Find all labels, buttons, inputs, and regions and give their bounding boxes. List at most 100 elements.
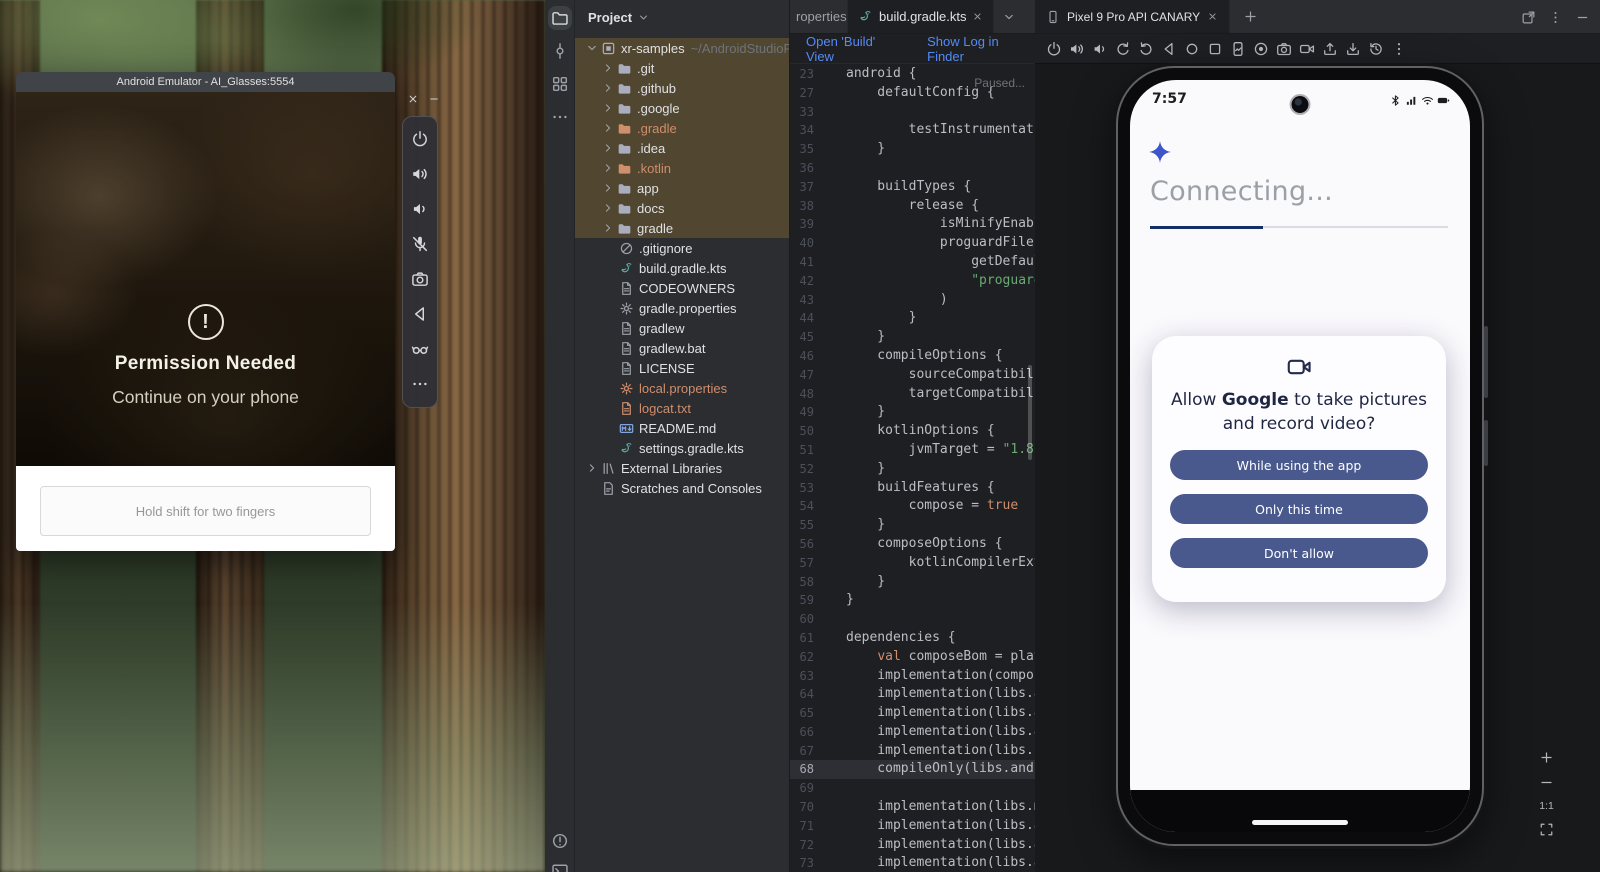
line-number[interactable]: 50	[790, 422, 814, 441]
code-line[interactable]: 41 getDefaultPr	[790, 253, 1035, 272]
tree-item-gradlew[interactable]: gradlew	[575, 318, 789, 338]
project-icon[interactable]	[551, 9, 569, 27]
line-number[interactable]: 36	[790, 159, 814, 178]
tree-item--google[interactable]: .google	[575, 98, 789, 118]
chevron-right-icon[interactable]	[601, 221, 615, 235]
tree-item--gradle[interactable]: .gradle	[575, 118, 789, 138]
code-line[interactable]: 60	[790, 610, 1035, 629]
line-number[interactable]: 73	[790, 854, 814, 872]
chevron-right-icon[interactable]	[585, 461, 599, 475]
tree-item-gradle-properties[interactable]: gradle.properties	[575, 298, 789, 318]
volume-down-icon[interactable]	[1092, 41, 1108, 57]
close-tab-icon[interactable]	[1207, 11, 1218, 22]
tree-item-local-properties[interactable]: local.properties	[575, 378, 789, 398]
tree-item-app[interactable]: app	[575, 178, 789, 198]
line-number[interactable]: 53	[790, 479, 814, 498]
tree-item-xr-samples[interactable]: xr-samples~/AndroidStudioProje	[575, 38, 789, 58]
code-line[interactable]: 69	[790, 779, 1035, 798]
line-number[interactable]: 64	[790, 685, 814, 704]
tree-item-scratches-and-consoles[interactable]: Scratches and Consoles	[575, 478, 789, 498]
code-line[interactable]: 58 }	[790, 573, 1035, 592]
code-line[interactable]: 52 }	[790, 460, 1035, 479]
line-number[interactable]: 37	[790, 178, 814, 197]
code-line[interactable]: 70 implementation(libs.mate	[790, 798, 1035, 817]
tree-item-docs[interactable]: docs	[575, 198, 789, 218]
phone-screen[interactable]: 7:57 Connecting... Allow Google to take …	[1130, 80, 1470, 832]
code-line[interactable]: 36	[790, 159, 1035, 178]
line-number[interactable]: 54	[790, 497, 814, 516]
line-number[interactable]: 59	[790, 591, 814, 610]
line-number[interactable]: 67	[790, 742, 814, 761]
line-number[interactable]: 66	[790, 723, 814, 742]
back-icon[interactable]	[411, 305, 429, 323]
zoom-ratio[interactable]: 1:1	[1539, 800, 1554, 812]
minimize-icon[interactable]	[428, 93, 440, 105]
line-number[interactable]: 69	[790, 779, 814, 798]
overview-icon[interactable]	[1207, 41, 1223, 57]
line-number[interactable]: 63	[790, 667, 814, 686]
permission-button[interactable]: Only this time	[1170, 494, 1428, 524]
line-number[interactable]: 46	[790, 347, 814, 366]
code-line[interactable]: 40 proguardFiles(	[790, 234, 1035, 253]
code-line[interactable]: 42 "proguard-ru	[790, 272, 1035, 291]
code-line[interactable]: 53 buildFeatures {	[790, 479, 1035, 498]
code-line[interactable]: 50 kotlinOptions {	[790, 422, 1035, 441]
chevron-right-icon[interactable]	[601, 181, 615, 195]
line-number[interactable]: 70	[790, 798, 814, 817]
line-number[interactable]: 68	[790, 760, 814, 779]
volume-down-icon[interactable]	[411, 200, 429, 218]
chevron-right-icon[interactable]	[601, 201, 615, 215]
more-v-icon[interactable]	[1391, 41, 1407, 57]
tree-item-logcat-txt[interactable]: logcat.txt	[575, 398, 789, 418]
code-line[interactable]: 34 testInstrumentationR	[790, 121, 1035, 140]
close-icon[interactable]	[407, 93, 419, 105]
tab-build-gradle-kts[interactable]: build.gradle.kts	[848, 0, 994, 33]
code-line[interactable]: 37 buildTypes {	[790, 178, 1035, 197]
line-number[interactable]: 62	[790, 648, 814, 667]
code-line[interactable]: 73 implementation(libs.andr	[790, 854, 1035, 872]
line-number[interactable]: 23	[790, 65, 814, 84]
emulator-title-bar[interactable]: Android Emulator - AI_Glasses:5554	[16, 72, 395, 92]
tree-item--idea[interactable]: .idea	[575, 138, 789, 158]
tab-gradle-properties[interactable]: roperties	[790, 0, 848, 33]
zoom-out-icon[interactable]	[1539, 775, 1554, 790]
chevron-right-icon[interactable]	[601, 121, 615, 135]
upload-icon[interactable]	[1322, 41, 1338, 57]
chevron-right-icon[interactable]	[601, 161, 615, 175]
permission-button[interactable]: While using the app	[1170, 450, 1428, 480]
download-icon[interactable]	[1345, 41, 1361, 57]
open-build-view-link[interactable]: Open 'Build' View	[806, 34, 903, 64]
tree-item-gradle[interactable]: gradle	[575, 218, 789, 238]
power-icon[interactable]	[1046, 41, 1062, 57]
line-number[interactable]: 35	[790, 140, 814, 159]
code-line[interactable]: 44 }	[790, 309, 1035, 328]
line-number[interactable]: 49	[790, 403, 814, 422]
code-line[interactable]: 65 implementation(libs.andr	[790, 704, 1035, 723]
line-number[interactable]: 65	[790, 704, 814, 723]
line-number[interactable]: 55	[790, 516, 814, 535]
chevron-right-icon[interactable]	[601, 101, 615, 115]
line-number[interactable]: 52	[790, 460, 814, 479]
tree-item-gradlew-bat[interactable]: gradlew.bat	[575, 338, 789, 358]
line-number[interactable]: 61	[790, 629, 814, 648]
code-line[interactable]: 62 val composeBom = platfor	[790, 648, 1035, 667]
more-h-icon[interactable]	[411, 375, 429, 393]
rotate-right-icon[interactable]	[1138, 41, 1154, 57]
line-number[interactable]: 60	[790, 610, 814, 629]
record-icon[interactable]	[1253, 41, 1269, 57]
code-line[interactable]: 72 implementation(libs.andr	[790, 836, 1035, 855]
glasses-icon[interactable]	[411, 340, 429, 358]
chevron-right-icon[interactable]	[601, 61, 615, 75]
home-icon[interactable]	[1184, 41, 1200, 57]
tree-item-settings-gradle-kts[interactable]: settings.gradle.kts	[575, 438, 789, 458]
minimize-icon[interactable]	[1575, 10, 1590, 25]
commit-icon[interactable]	[551, 42, 569, 60]
mic-off-icon[interactable]	[411, 235, 429, 253]
code-line[interactable]: 56 composeOptions {	[790, 535, 1035, 554]
line-number[interactable]: 72	[790, 836, 814, 855]
chevron-right-icon[interactable]	[601, 141, 615, 155]
line-number[interactable]: 58	[790, 573, 814, 592]
code-line[interactable]: 43 )	[790, 291, 1035, 310]
code-line[interactable]: 59}	[790, 591, 1035, 610]
code-line[interactable]: 47 sourceCompatibility	[790, 366, 1035, 385]
